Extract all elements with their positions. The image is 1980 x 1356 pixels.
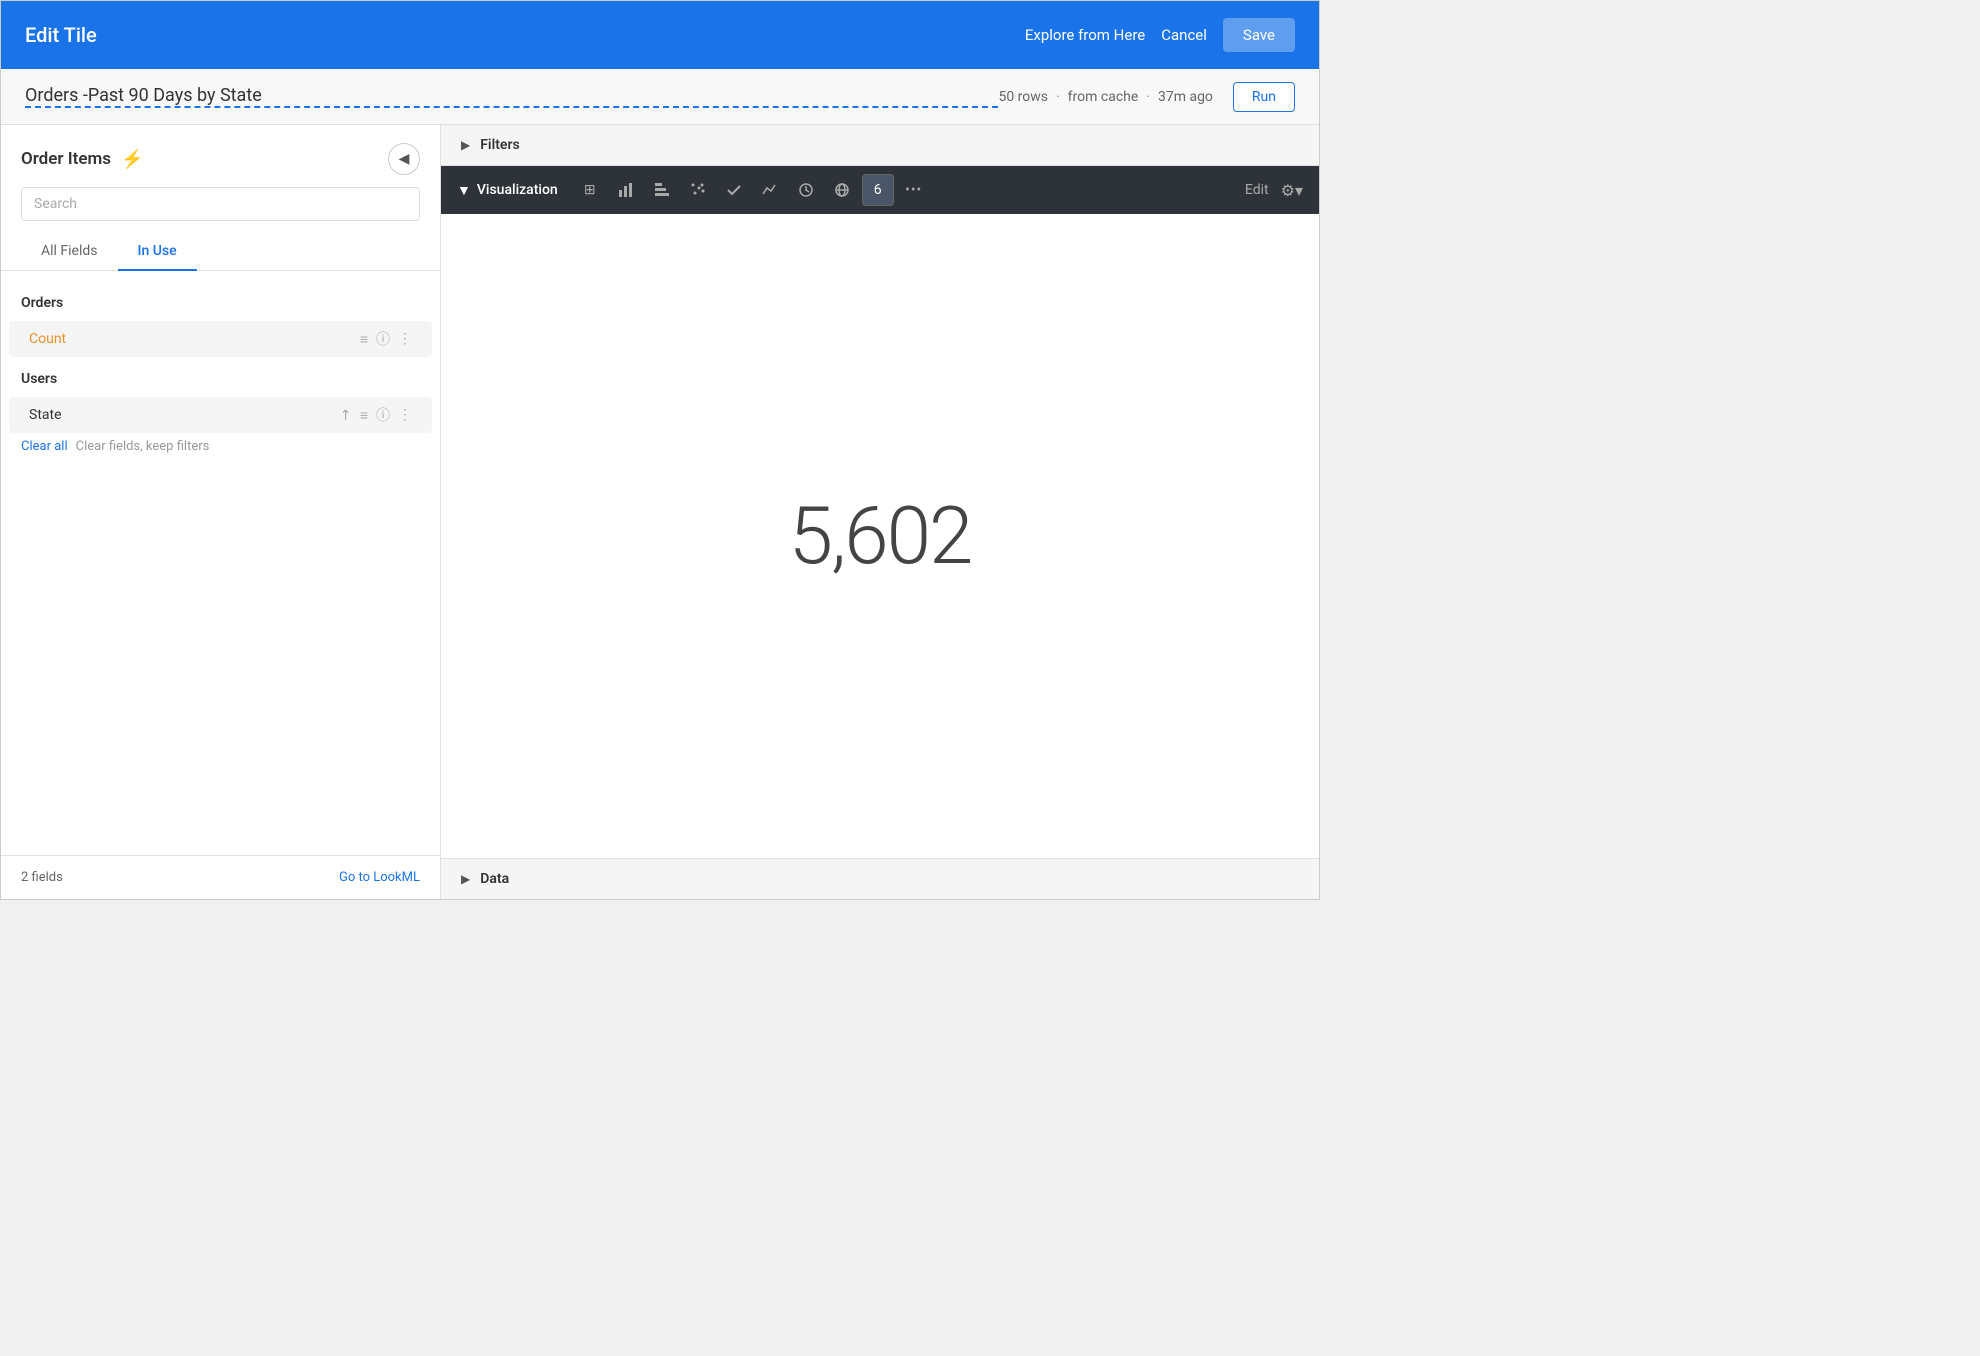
save-button[interactable]: Save <box>1223 18 1295 52</box>
group-label-users: Users <box>1 359 440 395</box>
tab-in-use[interactable]: In Use <box>118 233 197 271</box>
search-input[interactable]: Search <box>21 187 420 221</box>
map-icon-btn[interactable] <box>826 174 858 206</box>
cache-status: from cache <box>1068 89 1139 105</box>
cache-age: 37m ago <box>1158 89 1213 105</box>
clear-all-link[interactable]: Clear all <box>21 439 68 454</box>
filter-icon-state[interactable]: ≡ <box>360 407 368 424</box>
subtitle-bar: Orders -Past 90 Days by State 50 rows · … <box>1 69 1319 125</box>
filter-icon[interactable]: ≡ <box>360 331 368 348</box>
run-button[interactable]: Run <box>1233 82 1295 112</box>
data-label: Data <box>480 871 509 887</box>
header: Edit Tile Explore from Here Cancel Save <box>1 1 1319 69</box>
more-icon-state[interactable]: ⋮ <box>398 407 412 423</box>
field-state: State <box>29 407 332 423</box>
column-chart-icon-btn[interactable] <box>646 174 678 206</box>
right-panel: ▶ Filters ▼ Visualization ⊞ <box>441 125 1319 899</box>
list-item: Count ≡ ⓘ ⋮ <box>9 321 432 357</box>
filters-label: Filters <box>480 137 519 153</box>
more-icon[interactable]: ⋮ <box>398 331 412 347</box>
field-count: Count <box>29 331 352 347</box>
main-content: Order Items ⚡ ◀ Search All Fields In Use… <box>1 125 1319 899</box>
header-actions: Explore from Here Cancel Save <box>1025 18 1295 52</box>
big-number-display: 5,602 <box>789 489 972 583</box>
check-icon-btn[interactable] <box>718 174 750 206</box>
line-chart-icon-btn[interactable] <box>754 174 786 206</box>
back-button[interactable]: ◀ <box>388 143 420 175</box>
pivot-icon[interactable]: ↗ <box>336 405 356 425</box>
info-icon-state[interactable]: ⓘ <box>376 405 390 425</box>
explore-from-here-link[interactable]: Explore from Here <box>1025 26 1145 44</box>
clear-fields-keep-filters-link[interactable]: Clear fields, keep filters <box>76 439 210 454</box>
query-title: Orders -Past 90 Days by State <box>25 85 998 108</box>
number-icon-btn[interactable]: 6 <box>862 174 894 206</box>
viz-content: 5,602 <box>441 214 1319 858</box>
more-viz-icon-btn[interactable]: ••• <box>898 174 930 206</box>
viz-gear-button[interactable]: ⚙▾ <box>1281 181 1303 200</box>
viz-collapse-icon[interactable]: ▼ <box>457 182 471 199</box>
scatter-icon-btn[interactable] <box>682 174 714 206</box>
list-item: State ↗ ≡ ⓘ ⋮ <box>9 397 432 433</box>
viz-toolbar: ▼ Visualization ⊞ <box>441 166 1319 214</box>
field-count-label: 2 fields <box>21 870 63 885</box>
clock-icon-btn[interactable] <box>790 174 822 206</box>
tabs-bar: All Fields In Use <box>1 233 440 271</box>
info-icon[interactable]: ⓘ <box>376 329 390 349</box>
query-meta: 50 rows · from cache · 37m ago Run <box>998 82 1295 112</box>
left-panel: Order Items ⚡ ◀ Search All Fields In Use… <box>1 125 441 899</box>
data-expand-icon: ▶ <box>461 872 470 886</box>
panel-title: Order Items <box>21 149 111 169</box>
viz-edit-button[interactable]: Edit <box>1245 182 1269 198</box>
viz-label: ▼ Visualization <box>457 182 558 199</box>
fields-content: Orders Count ≡ ⓘ ⋮ Users State ↗ ≡ ⓘ ⋮ <box>1 271 440 855</box>
table-icon-btn[interactable]: ⊞ <box>574 174 606 206</box>
panel-header: Order Items ⚡ ◀ <box>1 125 440 187</box>
row-count: 50 rows <box>998 89 1048 105</box>
page-title: Edit Tile <box>25 23 1025 47</box>
bar-chart-icon-btn[interactable] <box>610 174 642 206</box>
filters-bar[interactable]: ▶ Filters <box>441 125 1319 166</box>
lightning-icon: ⚡ <box>121 149 143 170</box>
filters-expand-icon: ▶ <box>461 138 470 152</box>
data-bar[interactable]: ▶ Data <box>441 858 1319 899</box>
group-label-orders: Orders <box>1 287 440 319</box>
clear-links: Clear all Clear fields, keep filters <box>1 435 440 466</box>
go-to-looml-link[interactable]: Go to LookML <box>339 870 420 885</box>
panel-footer: 2 fields Go to LookML <box>1 855 440 899</box>
cancel-button[interactable]: Cancel <box>1161 26 1207 44</box>
tab-all-fields[interactable]: All Fields <box>21 233 118 271</box>
